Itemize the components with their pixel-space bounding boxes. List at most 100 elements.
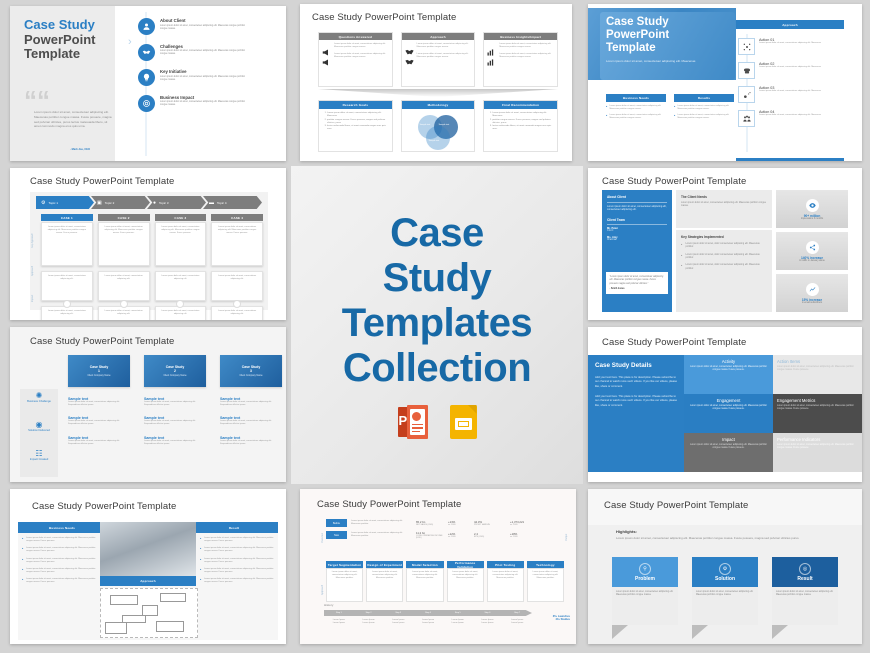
slide4-cell-short-0: Lorem ipsum dolor sit amet, consectetuer… (47, 275, 86, 281)
slide1-item-1[interactable]: Challenges Lorem ipsum dolor sit amet, c… (138, 43, 278, 61)
share-icon (805, 240, 819, 254)
slide8-approach-header: Approach (100, 576, 196, 586)
slide3-left-panel-1[interactable]: Results ● Lorem ipsum dolor sit amet, con… (674, 94, 734, 120)
slide7-cell-2-header: Engagement (716, 398, 741, 403)
slide6-column-0[interactable]: Case Study 1 Client Company Name Sample … (68, 355, 130, 446)
slide10-card-0[interactable]: ⚲ Problem Lorem ipsum dolor sit amet, co… (612, 557, 678, 639)
slide7-main-header: Case Study Details (595, 362, 652, 369)
slide9-row-0-c2s: vs. 2020 (448, 524, 456, 526)
slide5-stat-1[interactable]: 140% increase in traffic in January alon… (776, 232, 848, 270)
slide7-main-panel[interactable]: Case Study Details Add your text here. T… (588, 355, 684, 472)
hero-line-3: Templates (341, 301, 533, 345)
slide5-about-body: Lorem ipsum dolor sit amet, consectetuer… (607, 204, 667, 212)
slide2-p2-row0: Lorem ipsum dolor sit amet, consectetuer… (499, 43, 552, 49)
handshake-icon (405, 53, 414, 65)
slide7-cell-5[interactable]: Performance Indicators Lorem ipsum dolor… (773, 433, 862, 472)
slide2-bottom-panel-2[interactable]: Final Recommendation Lorem ipsum dolor s… (483, 100, 559, 152)
slide3-panel-0-header: Business Needs (606, 94, 666, 102)
slide1-item-2[interactable]: Key Initiative Lorem ipsum dolor sit ame… (138, 69, 278, 86)
slide-thumbnail-1[interactable]: Case Study PowerPoint Template ““ Lorem … (10, 6, 286, 161)
slide1-item-0[interactable]: About Client Lorem ipsum dolor sit amet,… (138, 18, 278, 35)
slide5-about-client-panel[interactable]: About Client Lorem ipsum dolor sit amet,… (602, 190, 672, 312)
slide-thumbnail-9[interactable]: Case Study PowerPoint Template Overview … (300, 489, 576, 644)
slide7-cell-5-header: Performance Indicators (777, 437, 821, 442)
slide7-cell-5-body: Lorem ipsum dolor sit amet, consectetuer… (777, 444, 854, 450)
slide7-title: Case Study PowerPoint Template (602, 337, 747, 348)
slide1-item-0-body: Lorem ipsum dolor sit amet, consectetuer… (160, 24, 246, 30)
slide4-case-col-1[interactable]: CASE 2 Lorem ipsum dolor sit amet, conse… (97, 214, 150, 320)
slide9-row-1-desc: Lorem ipsum dolor sit amet, consectetuer… (351, 531, 403, 537)
slide9-overview-row-0[interactable]: Before Lorem ipsum dolor sit amet, conse… (326, 519, 560, 527)
slide9-row-1-c2s: vs. 2020 (448, 536, 456, 538)
slide2-bottom-panel-0[interactable]: Research Goals Lorem ipsum dolor sit ame… (318, 100, 393, 152)
slide7-cell-1[interactable]: Action Items Lorem ipsum dolor sit amet,… (773, 355, 862, 394)
slide6-card-1-number: 2 (174, 369, 176, 373)
slide2-p0-row0: Lorem ipsum dolor sit amet, consectetuer… (334, 43, 386, 49)
slide3-action-1[interactable]: Action 02 Lorem ipsum dolor sit amet, co… (738, 62, 850, 79)
slide9-overview-row-1[interactable]: Now Lorem ipsum dolor sit amet, consecte… (326, 531, 560, 539)
slide1-quote-author: - Mark Jou, CEO (70, 148, 91, 151)
slide7-cell-0[interactable]: Activity Lorem ipsum dolor sit amet, con… (684, 355, 773, 394)
slide2-top-panel-2[interactable]: Business Insights/Impact Lorem ipsum dol… (483, 32, 559, 87)
slide1-item-3[interactable]: Business Impact Lorem ipsum dolor sit am… (138, 94, 278, 112)
slide3-action-0[interactable]: Action 01 Lorem ipsum dolor sit amet, co… (738, 38, 850, 55)
slide2-top-panel-1[interactable]: Approach Lorem ipsum dolor sit amet, con… (400, 32, 476, 87)
slide-thumbnail-10[interactable]: Case Study PowerPoint Template Highlight… (588, 489, 862, 644)
slide6-column-2[interactable]: Case Study 3 Client Company Name Sample … (220, 355, 282, 446)
slide4-case-col-3[interactable]: CASE 4 Lorem ipsum dolor sit amet, conse… (211, 214, 263, 320)
slide7-cell-2[interactable]: Engagement Lorem ipsum dolor sit amet, c… (684, 394, 773, 433)
slide6-side-0[interactable]: ✺ Business Challenge (22, 391, 56, 403)
search-icon: ⚲ (639, 562, 651, 575)
slide5-stat-2-caption: in email subscribers (801, 301, 823, 304)
slide5-strategies-panel[interactable]: Key Strategies Implemented ● Lorem ipsum … (676, 230, 772, 312)
slide6-card-1-subtitle: Client Company Name (163, 375, 187, 377)
slide4-case-col-0[interactable]: CASE 1 Lorem ipsum dolor sit amet, conse… (41, 214, 93, 320)
slide6-cell-b-21: Lorem ipsum dolor sit amet, consectetuer… (220, 420, 272, 426)
slide-thumbnail-4[interactable]: Case Study PowerPoint Template ⚙ Topic 1… (10, 168, 286, 320)
slide-thumbnail-2[interactable]: Case Study PowerPoint Template Questions… (300, 4, 572, 161)
slide9-row-0-c3s: PROFIT MARGIN (474, 524, 490, 526)
slide2-bottom-panel-1[interactable]: Methodology Sample text Sample text Samp… (400, 100, 476, 152)
slide6-column-1[interactable]: Case Study 2 Client Company Name Sample … (144, 355, 206, 446)
slide4-chevron-0-label: Topic 1 (48, 200, 58, 205)
slide2-top-panel-0[interactable]: Questions Answered Lorem ipsum dolor sit… (318, 32, 393, 87)
slide4-chevron-2[interactable]: ● Topic 3 (147, 196, 206, 209)
slide4-cell-long-3: Lorem ipsum dolor sit amet, consectetuer… (218, 226, 257, 235)
slide9-history-label: History (324, 603, 334, 607)
slide5-stat-2[interactable]: 15% increase in email subscribers (776, 274, 848, 312)
slide7-cell-3[interactable]: Engagement Metrics Lorem ipsum dolor sit… (773, 394, 862, 433)
slide6-side-2[interactable]: ☷ Impact Created (22, 449, 56, 461)
slide-thumbnail-6[interactable]: Case Study PowerPoint Template ✺ Busines… (10, 327, 286, 482)
slide5-stat-0[interactable]: 90+ million impressions 3 months (776, 190, 848, 228)
slide4-chevron-bar[interactable]: ⚙ Topic 1 ▣ Topic 2 ● Topic 3 ▬ Topic 4 (36, 196, 262, 209)
slide10-card-1[interactable]: ⚙ Solution Lorem ipsum dolor sit amet, c… (692, 557, 758, 639)
slide3-action-3[interactable]: Action 04 Lorem ipsum dolor sit amet, co… (738, 110, 850, 127)
slide4-chevron-1[interactable]: ▣ Topic 2 (91, 196, 150, 209)
slide6-side-1[interactable]: ◉ Solution Delivered (22, 420, 56, 432)
hero-line-2: Study (382, 256, 492, 301)
slide4-case-col-2[interactable]: CASE 3 Lorem ipsum dolor sit amet, conse… (154, 214, 207, 320)
slide7-cell-4-body: Lorem ipsum dolor sit amet, consectetuer… (690, 444, 767, 450)
slide9-approach-cards[interactable]: Target Segmentation Lorem ipsum dolor sit… (326, 561, 565, 602)
slide7-cell-4-header: Impact (722, 437, 735, 442)
slides-collage-page: Case Study PowerPoint Template ““ Lorem … (0, 0, 870, 653)
slide3-action-2[interactable]: Action 03 Lorem ipsum dolor sit amet, co… (738, 86, 850, 103)
slide3-left-panel-0[interactable]: Business Needs ● Lorem ipsum dolor sit am… (606, 94, 666, 120)
slide4-chevron-3[interactable]: ▬ Topic 4 (203, 196, 262, 209)
slide9-hc-4b: Lorem Ipsum (451, 622, 464, 625)
slide-thumbnail-8[interactable]: Case Study PowerPoint Template Business … (10, 489, 286, 644)
slide4-chevron-0[interactable]: ⚙ Topic 1 (36, 196, 94, 209)
slide-thumbnail-3[interactable]: Case Study PowerPoint Template Lorem ips… (588, 4, 862, 161)
slide6-card-2-number: 3 (250, 369, 252, 373)
slide-thumbnail-7[interactable]: Case Study PowerPoint Template Case Stud… (588, 327, 862, 482)
slide9-row-1-c3s: EPS (USD) (474, 536, 485, 538)
slide10-card-2[interactable]: ◎ Result Lorem ipsum dolor sit amet, con… (772, 557, 838, 639)
slide7-cell-3-header: Engagement Metrics (777, 398, 816, 403)
slide-thumbnail-5[interactable]: Case Study PowerPoint Template About Cli… (588, 168, 862, 320)
slide7-cell-4[interactable]: Impact Lorem ipsum dolor sit amet, conse… (684, 433, 773, 472)
hero-line-1: Case (390, 211, 484, 256)
slide5-client-needs-panel[interactable]: The Client Needs Lorem ipsum dolor sit a… (676, 190, 772, 228)
slide3-p0-b1: Lorem ipsum dolor sit amet, consectetuer… (609, 113, 662, 119)
slide6-cell-b-10: Lorem ipsum dolor sit amet, consectetuer… (144, 401, 196, 407)
slide9-ac-5-body: Lorem ipsum dolor sit amet, consectetuer… (532, 571, 559, 580)
